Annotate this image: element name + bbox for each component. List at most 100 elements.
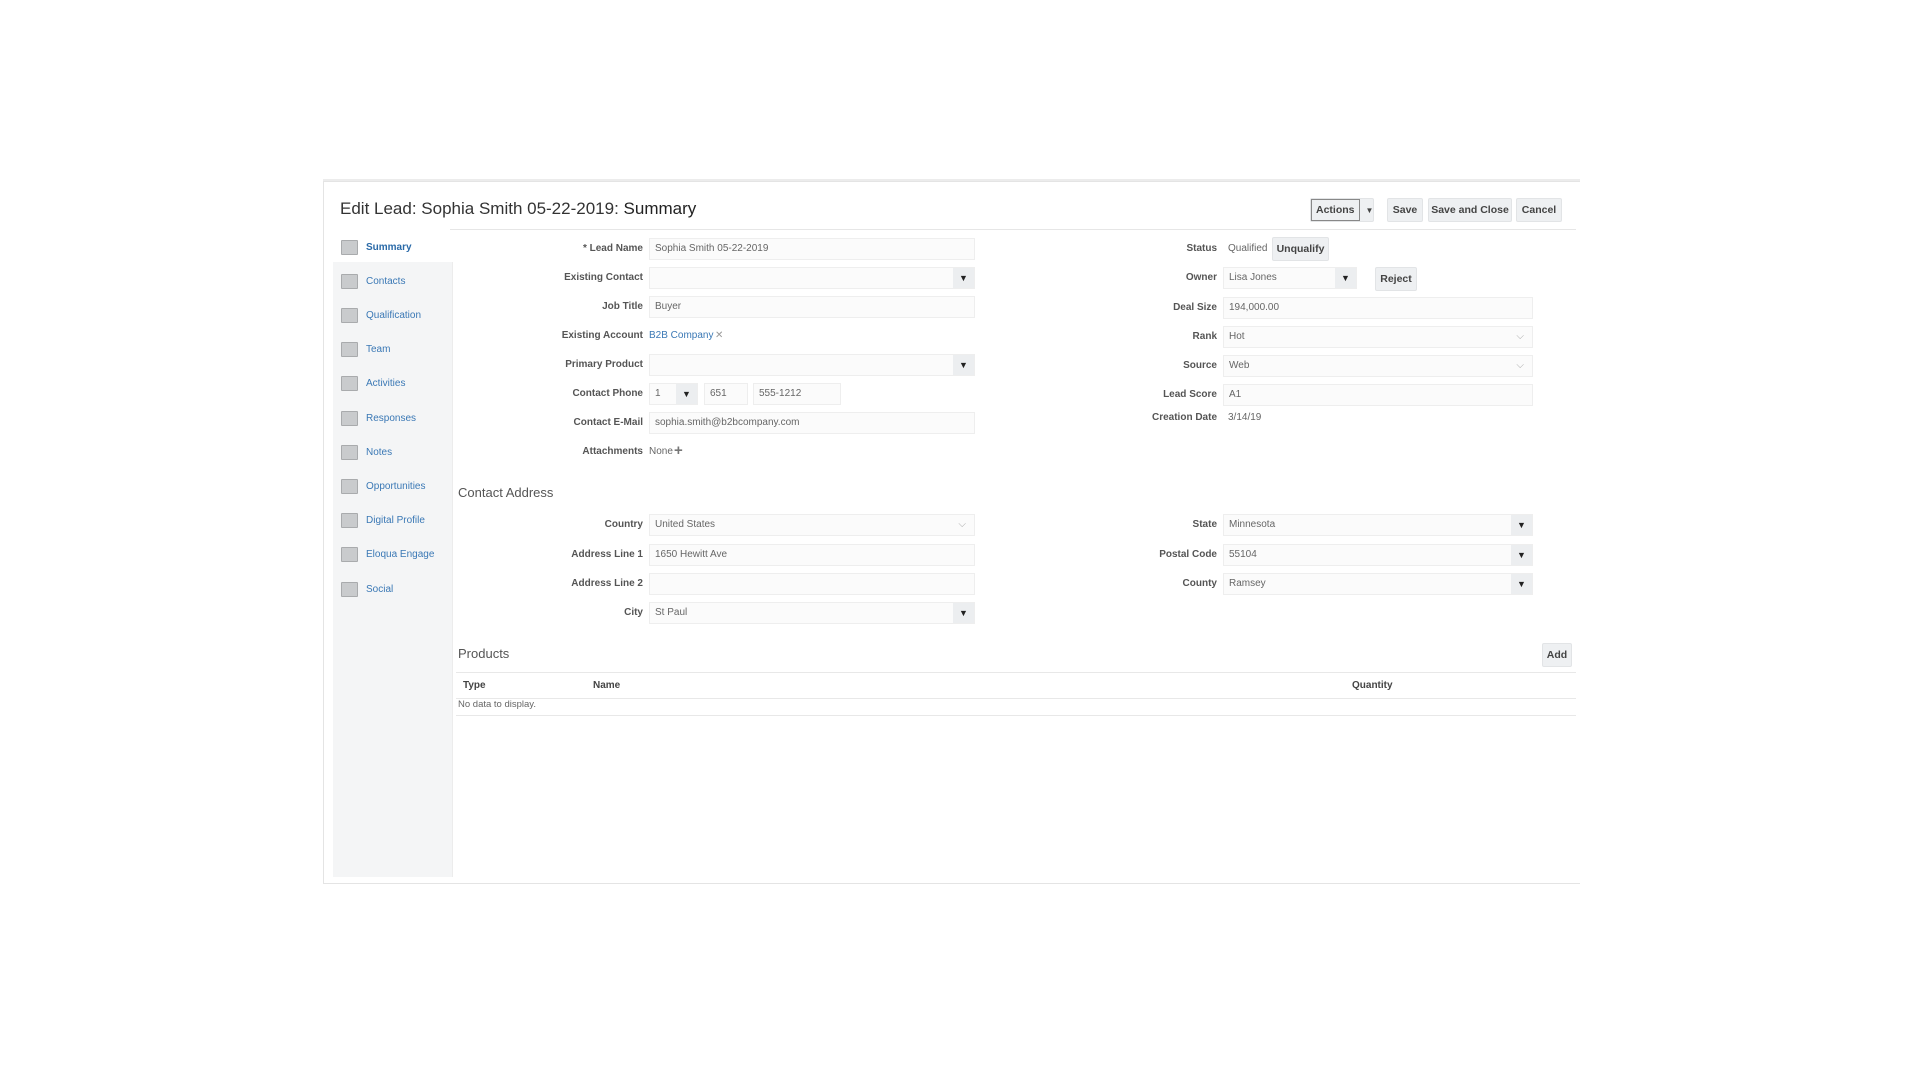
attachments-value: None (649, 446, 673, 457)
sidebar-item-summary[interactable]: Summary (333, 232, 453, 262)
contact-email-input[interactable]: sophia.smith@b2bcompany.com (649, 412, 975, 434)
sidebar-item-label: Digital Profile (366, 515, 425, 527)
state-select[interactable]: Minnesota ▼ (1223, 514, 1533, 536)
sidebar-item-eloqua-engage[interactable]: Eloqua Engage (333, 540, 453, 570)
social-icon (341, 581, 358, 597)
sidebar-item-activities[interactable]: Activities (333, 369, 453, 399)
city-label: City (624, 607, 643, 618)
unqualify-button[interactable]: Unqualify (1272, 237, 1329, 261)
cancel-button[interactable]: Cancel (1516, 198, 1562, 222)
source-label: Source (1183, 360, 1217, 371)
actions-menu-button[interactable]: Actions ▼ (1310, 198, 1374, 222)
column-header-name[interactable]: Name (593, 680, 620, 691)
header-divider (450, 229, 1576, 230)
dropdown-arrow-icon[interactable]: ▼ (676, 384, 697, 404)
lead-name-label: * Lead Name (582, 243, 643, 254)
dropdown-arrow-icon[interactable]: ▼ (953, 355, 974, 375)
chevron-down-icon[interactable]: ⌵ (958, 515, 966, 535)
digital-profile-icon (341, 513, 358, 529)
sidebar-item-social[interactable]: Social (333, 574, 453, 604)
save-and-close-button[interactable]: Save and Close (1428, 198, 1512, 222)
table-bottom-divider (456, 715, 1576, 716)
sidebar-item-label: Summary (366, 241, 412, 253)
phone-country-code-select[interactable]: 1 ▼ (649, 383, 698, 405)
county-select[interactable]: Ramsey ▼ (1223, 573, 1533, 595)
add-product-button[interactable]: Add (1542, 643, 1572, 667)
source-select[interactable]: Web ⌵ (1223, 355, 1533, 377)
rank-label: Rank (1192, 331, 1217, 342)
save-button[interactable]: Save (1387, 198, 1423, 222)
column-header-type[interactable]: Type (463, 680, 486, 691)
creation-date-label: Creation Date (1151, 412, 1217, 423)
sidebar-item-notes[interactable]: Notes (333, 437, 453, 467)
country-label: Country (604, 519, 643, 530)
dropdown-arrow-icon[interactable]: ▼ (1335, 268, 1356, 288)
country-select[interactable]: United States ⌵ (649, 514, 975, 536)
attachments-label: Attachments (582, 446, 643, 457)
existing-account-link[interactable]: B2B Company (649, 325, 713, 347)
sidebar-item-label: Qualification (366, 309, 422, 321)
dropdown-arrow-icon[interactable]: ▼ (1511, 545, 1532, 565)
primary-product-label: Primary Product (565, 359, 643, 370)
state-label: State (1192, 519, 1217, 530)
sidebar-item-responses[interactable]: Responses (333, 403, 453, 433)
address-line-1-label: Address Line 1 (571, 549, 643, 560)
chevron-down-icon[interactable]: ⌵ (1516, 356, 1524, 376)
deal-size-input[interactable]: 194,000.00 (1223, 297, 1533, 319)
sidebar-item-opportunities[interactable]: Opportunities (333, 471, 453, 501)
lead-name-input[interactable]: Sophia Smith 05-22-2019 (649, 238, 975, 260)
sidebar-item-label: Responses (366, 412, 417, 424)
eloqua-engage-icon (341, 547, 358, 563)
existing-contact-label: Existing Contact (564, 272, 643, 283)
postal-code-select[interactable]: 55104 ▼ (1223, 544, 1533, 566)
phone-number-input[interactable]: 555-1212 (753, 383, 841, 405)
existing-contact-select[interactable]: ▼ (649, 267, 975, 289)
sidebar-item-contacts[interactable]: Contacts (333, 266, 453, 296)
postal-code-label: Postal Code (1159, 549, 1217, 560)
sidebar-item-qualification[interactable]: Qualification (333, 300, 453, 330)
job-title-label: Job Title (602, 301, 643, 312)
reject-button[interactable]: Reject (1375, 267, 1417, 291)
primary-product-select[interactable]: ▼ (649, 354, 975, 376)
column-header-quantity[interactable]: Quantity (1352, 680, 1393, 691)
city-select[interactable]: St Paul ▼ (649, 602, 975, 624)
table-header-divider (456, 698, 1576, 699)
address-line-2-input[interactable] (649, 573, 975, 595)
remove-account-icon[interactable]: ✕ (715, 325, 723, 347)
creation-date-value: 3/14/19 (1228, 412, 1262, 423)
existing-account-label: Existing Account (561, 330, 643, 341)
address-line-2-label: Address Line 2 (571, 578, 643, 589)
sidebar-item-label: Social (366, 583, 394, 595)
job-title-input[interactable]: Buyer (649, 296, 975, 318)
sidebar-item-digital-profile[interactable]: Digital Profile (333, 506, 453, 536)
address-line-1-input[interactable]: 1650 Hewitt Ave (649, 544, 975, 566)
status-value: Qualified (1228, 243, 1268, 254)
table-top-divider (456, 672, 1576, 673)
sidebar-item-label: Activities (366, 378, 406, 390)
page-title: Edit Lead: Sophia Smith 05-22-2019: Summ… (340, 199, 697, 218)
phone-area-code-input[interactable]: 651 (704, 383, 748, 405)
add-attachment-icon[interactable]: + (674, 440, 683, 462)
contact-email-label: Contact E-Mail (573, 417, 643, 428)
products-heading: Products (458, 646, 510, 661)
chevron-down-icon[interactable]: ⌵ (1516, 327, 1524, 347)
dropdown-arrow-icon[interactable]: ▼ (1511, 515, 1532, 535)
empty-table-message: No data to display. (458, 699, 536, 710)
lead-score-input[interactable]: A1 (1223, 384, 1533, 406)
dropdown-arrow-icon[interactable]: ▼ (953, 603, 974, 623)
responses-icon (341, 410, 358, 426)
rank-select[interactable]: Hot ⌵ (1223, 326, 1533, 348)
team-icon (341, 342, 358, 358)
contact-phone-label: Contact Phone (572, 388, 643, 399)
sidebar-item-team[interactable]: Team (333, 335, 453, 365)
dropdown-arrow-icon[interactable]: ▼ (953, 268, 974, 288)
owner-select[interactable]: Lisa Jones ▼ (1223, 267, 1357, 289)
sidebar-item-label: Contacts (366, 275, 406, 287)
contacts-icon (341, 273, 358, 289)
status-label: Status (1186, 243, 1217, 254)
opportunities-icon (341, 478, 358, 494)
deal-size-label: Deal Size (1173, 302, 1217, 313)
qualification-icon (341, 307, 358, 323)
lead-score-label: Lead Score (1163, 389, 1217, 400)
dropdown-arrow-icon[interactable]: ▼ (1511, 574, 1532, 594)
